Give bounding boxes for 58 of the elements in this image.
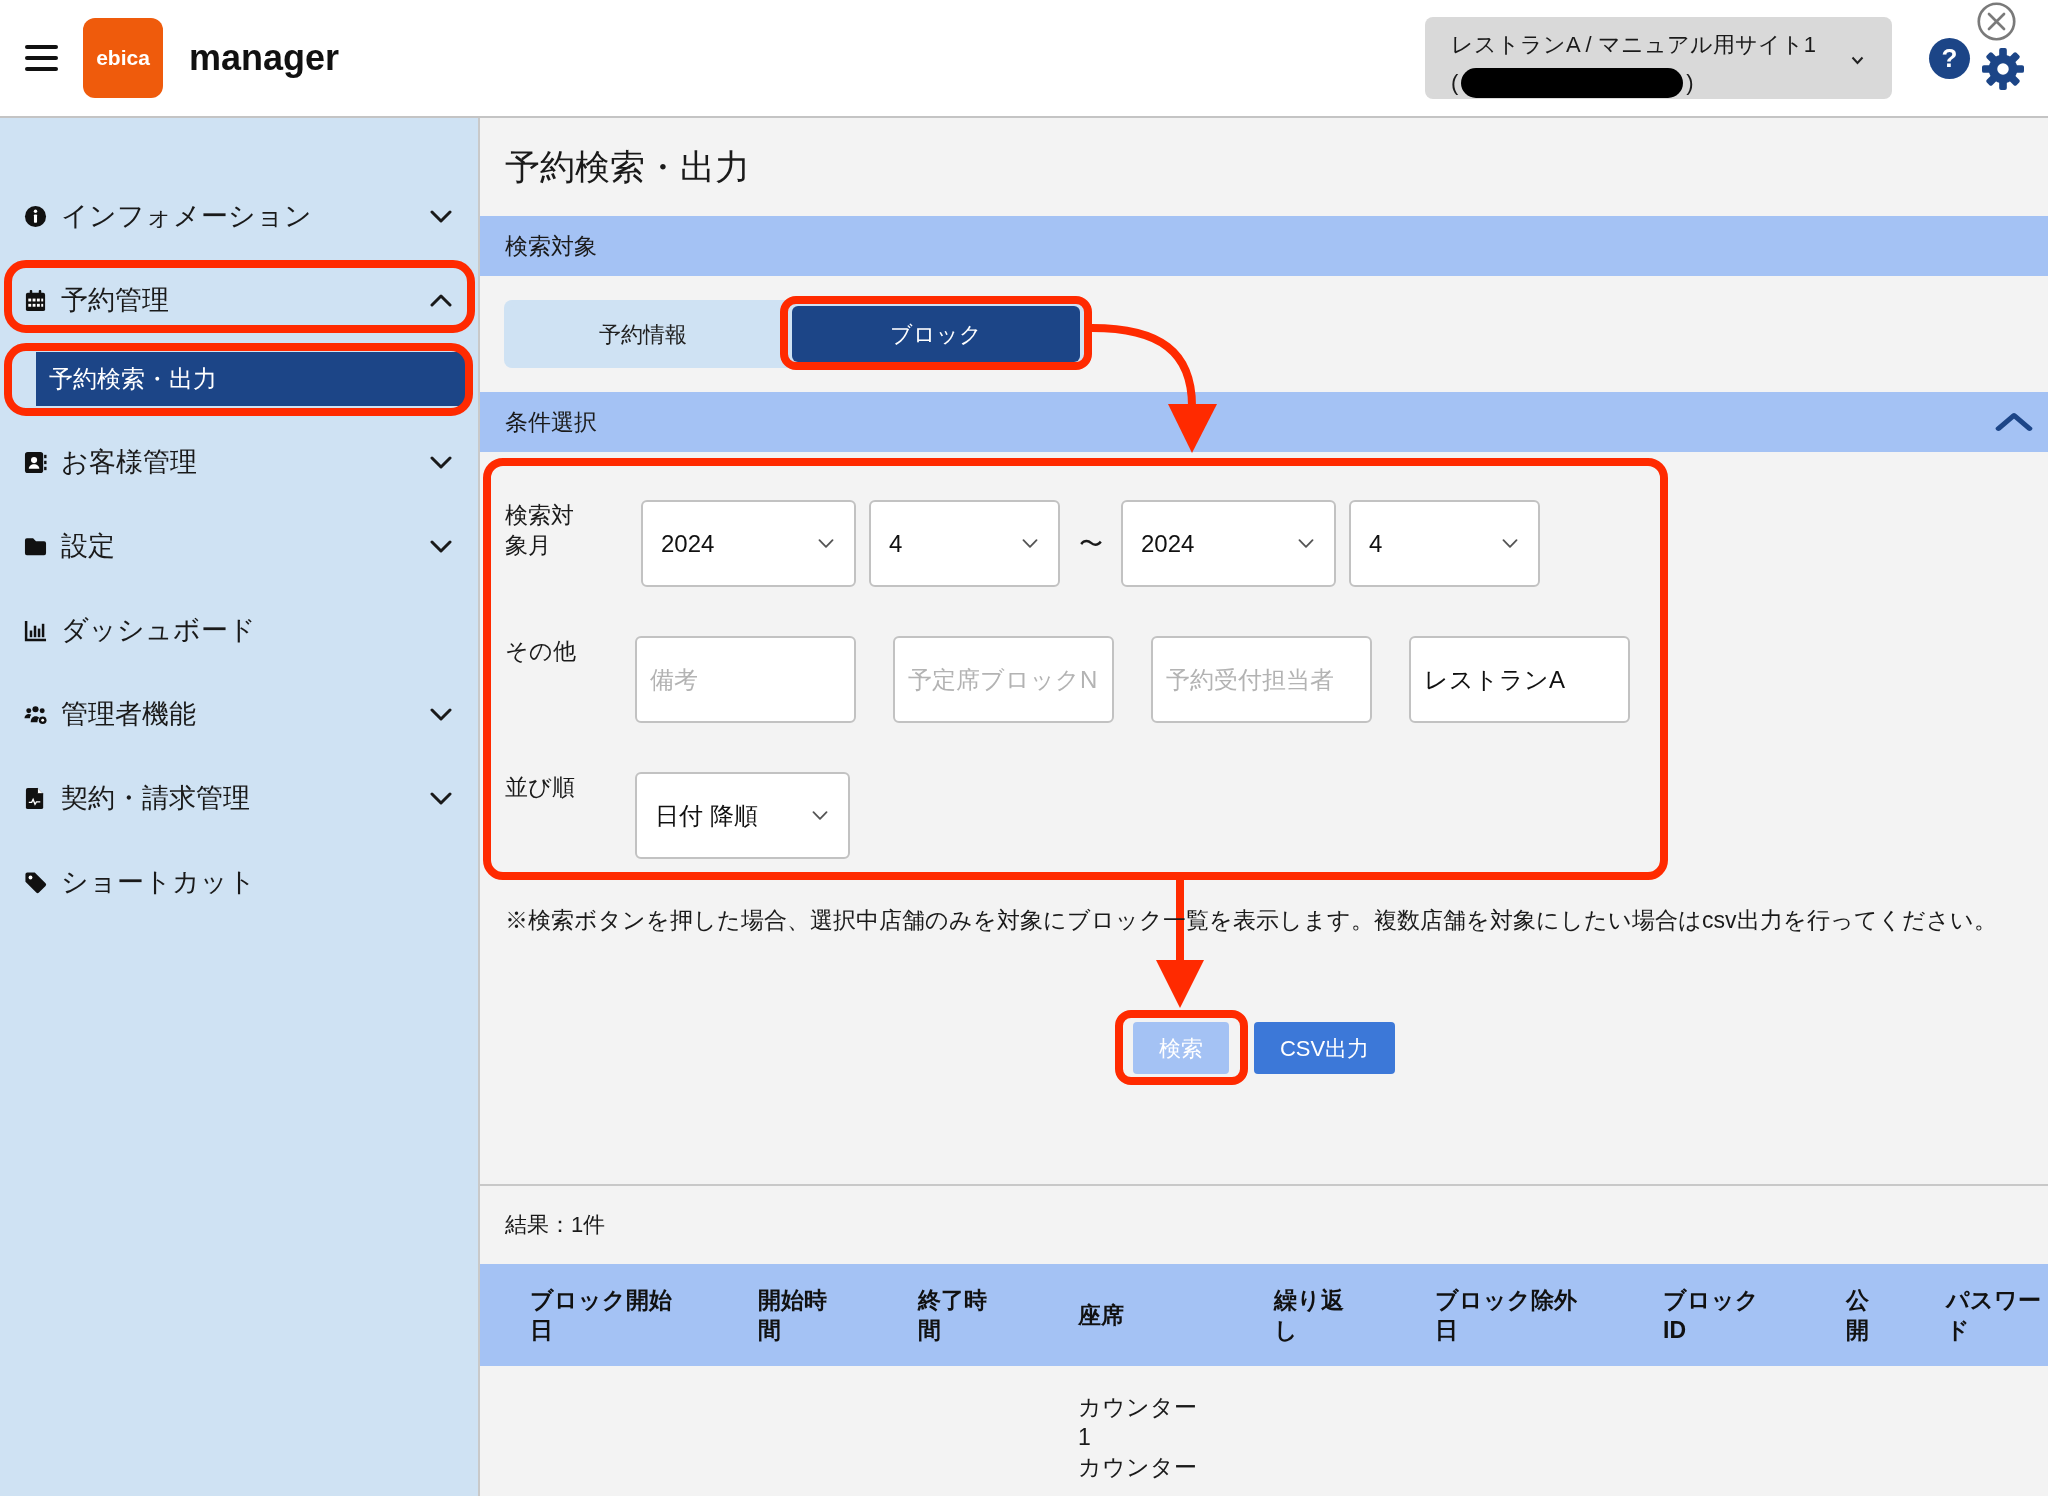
input-field[interactable]: 予約受付担当者 bbox=[1151, 636, 1372, 723]
sidebar-item[interactable]: ダッシュボード bbox=[0, 588, 478, 672]
sidebar-item[interactable]: 契約・請求管理 bbox=[0, 756, 478, 840]
sidebar-item[interactable]: 予約管理 bbox=[0, 258, 478, 342]
chevron-down-icon bbox=[1298, 538, 1314, 549]
store-selector[interactable]: レストランA / マニュアル用サイト1 ( ) bbox=[1425, 17, 1892, 99]
column-header: パスワード bbox=[1946, 1286, 2042, 1345]
year-dropdown[interactable]: 2024 bbox=[641, 500, 856, 587]
export-button[interactable]: CSV出力 bbox=[1253, 1022, 1396, 1074]
chevron-down-icon bbox=[812, 810, 828, 821]
column-header: 終了時間 bbox=[918, 1286, 988, 1345]
sidebar-item[interactable]: インフォメーション bbox=[0, 174, 478, 258]
column-header: ブロックID bbox=[1663, 1286, 1760, 1345]
column-header: 繰り返し bbox=[1274, 1286, 1345, 1345]
chevron-up-icon[interactable] bbox=[1995, 411, 2033, 433]
input-field[interactable]: 備考 bbox=[635, 636, 856, 723]
table-cell-text: カウンター1 カウンター bbox=[1078, 1393, 1198, 1482]
help-button[interactable]: ? bbox=[1929, 37, 1970, 79]
info-icon bbox=[24, 204, 47, 228]
sidebar-item[interactable]: お客様管理 bbox=[0, 420, 478, 504]
input-field[interactable]: 予定席ブロックN bbox=[893, 636, 1114, 723]
sidebar-subitem[interactable]: 予約検索・出力 bbox=[36, 352, 465, 406]
chevron-down-icon bbox=[818, 538, 834, 549]
chevron-down-icon bbox=[1502, 538, 1518, 549]
settings-icon[interactable] bbox=[1982, 48, 2024, 90]
contact-card-icon bbox=[24, 450, 47, 474]
calendar-icon bbox=[24, 288, 47, 312]
month-dropdown[interactable]: 4 bbox=[869, 500, 1060, 587]
tab[interactable]: ブロック bbox=[792, 306, 1080, 362]
note-text: ※検索ボタンを押した場合、選択中店舗のみを対象にブロック一覧を表示します。複数店舗を対象にしたい場合はcsv出力を行ってください。 bbox=[504, 906, 1998, 935]
section-header: 検索対象 bbox=[480, 216, 2048, 276]
year-dropdown[interactable]: 2024 bbox=[1121, 500, 1336, 587]
column-header: ブロック開始日 bbox=[530, 1286, 673, 1345]
logo: ebica bbox=[83, 18, 163, 98]
column-header: 座席 bbox=[1078, 1301, 1125, 1330]
range-separator: 〜 bbox=[1077, 528, 1104, 559]
column-header: 公開 bbox=[1846, 1286, 1870, 1345]
page-title: 予約検索・出力 bbox=[505, 146, 750, 188]
tag-icon bbox=[24, 870, 47, 894]
section-title: 条件選択 bbox=[505, 407, 598, 437]
caret-icon bbox=[1851, 55, 1864, 65]
column-header: ブロック除外日 bbox=[1435, 1286, 1578, 1345]
field-label: 検索対象月 bbox=[505, 501, 575, 560]
field-label: 並び順 bbox=[505, 773, 576, 802]
result-count: 結果：1件 bbox=[504, 1211, 607, 1239]
sidebar-item[interactable]: 設定 bbox=[0, 504, 478, 588]
month-dropdown[interactable]: 4 bbox=[1349, 500, 1540, 587]
sidebar-item[interactable]: ショートカット bbox=[0, 840, 478, 924]
field-label: その他 bbox=[505, 637, 577, 666]
bar-chart-icon bbox=[24, 618, 47, 642]
menu-icon[interactable] bbox=[25, 45, 58, 71]
sidebar-item[interactable]: 管理者機能 bbox=[0, 672, 478, 756]
column-header: 開始時間 bbox=[758, 1286, 828, 1345]
sort-dropdown[interactable]: 日付 降順 bbox=[635, 772, 850, 859]
chevron-down-icon bbox=[1022, 538, 1038, 549]
close-icon[interactable] bbox=[1977, 2, 2016, 41]
app-name: manager bbox=[189, 36, 340, 80]
input-field[interactable]: レストランA bbox=[1409, 636, 1630, 723]
